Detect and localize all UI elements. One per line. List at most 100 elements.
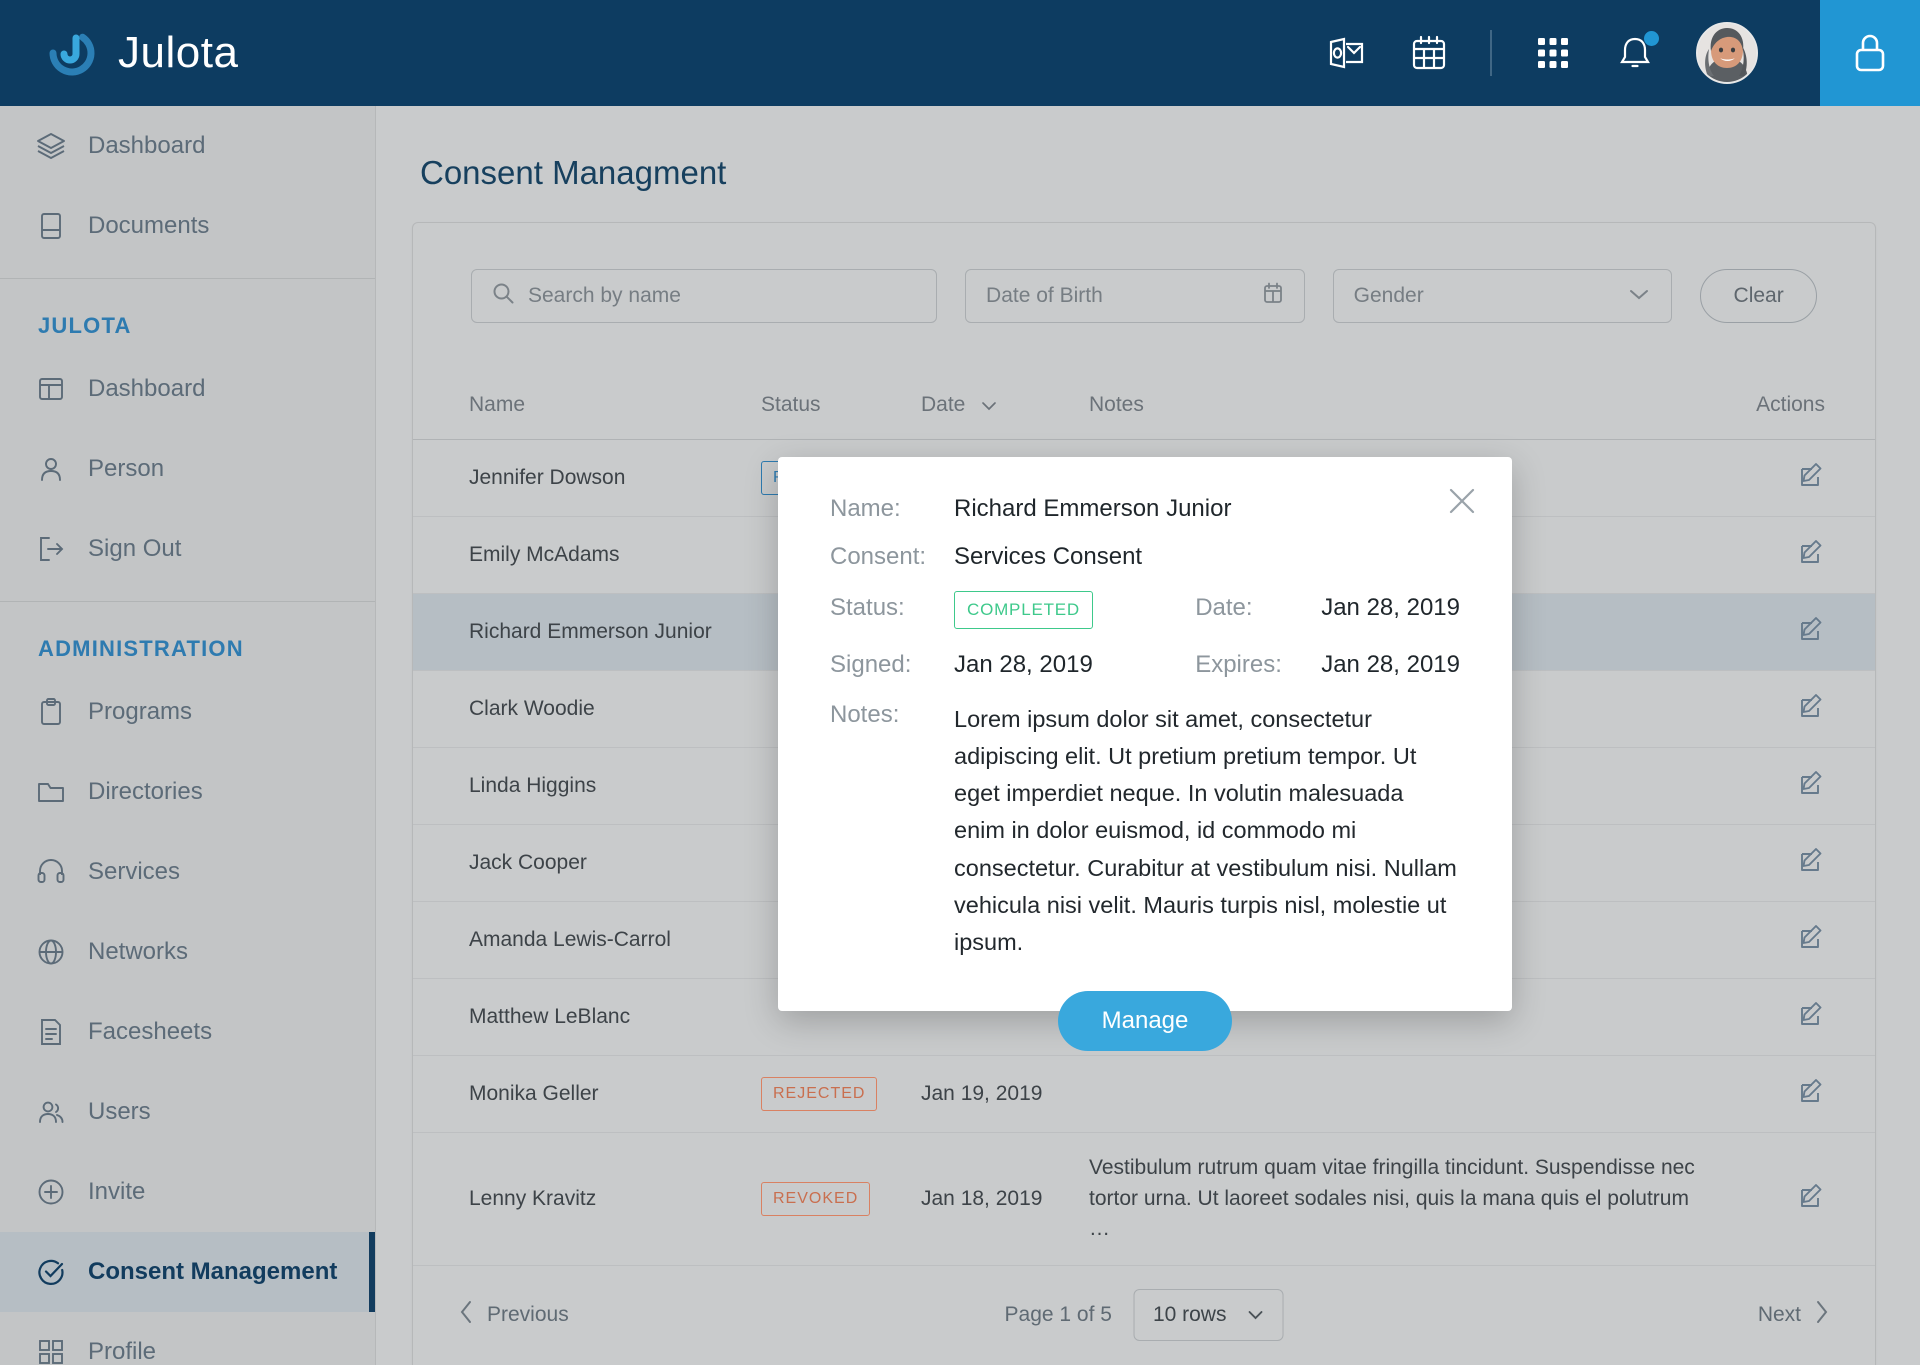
apps-grid-icon[interactable] [1532, 32, 1574, 74]
chevron-left-icon [459, 1300, 473, 1330]
avatar[interactable] [1696, 22, 1758, 84]
next-page-label: Next [1757, 1302, 1801, 1326]
layout-dashboard-icon [36, 374, 66, 404]
sidebar-item-programs[interactable]: Programs [0, 672, 375, 752]
search-input-placeholder: Search by name [528, 284, 681, 307]
sidebar-item-label: Person [88, 455, 165, 482]
brand-name: Julota [118, 28, 239, 77]
cell-actions [1725, 593, 1875, 672]
sidebar-group-title-julota: JULOTA [38, 313, 132, 338]
sidebar-item-consent-management[interactable]: Consent Management [0, 1232, 375, 1312]
sidebar-item-documents[interactable]: Documents [0, 186, 375, 266]
cell-name: Linda Higgins [413, 747, 761, 826]
cell-name: Jennifer Dowson [413, 439, 761, 518]
previous-page-button[interactable]: Previous [459, 1300, 569, 1330]
modal-label-notes: Notes: [830, 701, 900, 728]
previous-page-label: Previous [487, 1302, 569, 1326]
modal-value-name: Richard Emmerson Junior [954, 495, 1232, 522]
notification-indicator-dot [1644, 31, 1659, 46]
close-icon[interactable] [1442, 481, 1482, 521]
modal-label-expires: Expires: [1195, 651, 1282, 678]
modal-label-name: Name: [830, 495, 901, 522]
sidebar-item-dashboard[interactable]: Dashboard [0, 349, 375, 429]
edit-pencil-icon[interactable] [1797, 768, 1827, 798]
table-header: Name Status Date Notes Actions [413, 369, 1875, 441]
sign-out-icon [36, 534, 66, 564]
sidebar-item-label: Networks [88, 938, 189, 965]
modal-value-consent: Services Consent [954, 543, 1143, 570]
modal-value-date: Jan 28, 2019 [1321, 594, 1460, 621]
filter-bar: Search by name Date of Birth Gender Clea… [413, 223, 1875, 369]
sidebar: Dashboard Documents JULOTA Dashboard Per… [0, 106, 376, 1365]
column-header-notes[interactable]: Notes [1089, 369, 1725, 441]
sidebar-item-invite[interactable]: Invite [0, 1152, 375, 1232]
sidebar-item-sign-out[interactable]: Sign Out [0, 509, 375, 589]
cell-actions [1725, 439, 1875, 518]
column-header-status[interactable]: Status [761, 369, 921, 441]
column-header-date[interactable]: Date [921, 369, 1089, 441]
modal-row-name: Name: Richard Emmerson Junior [830, 495, 1460, 523]
modal-row-signed-expires: Signed: Jan 28, 2019 Expires: Jan 28, 20… [830, 651, 1460, 679]
cell-actions [1725, 824, 1875, 903]
cell-name: Lenny Kravitz [413, 1132, 761, 1266]
top-bar: Julota [0, 0, 1920, 106]
headset-icon [36, 857, 66, 887]
sidebar-item-directories[interactable]: Directories [0, 752, 375, 832]
users-icon [36, 1097, 66, 1127]
edit-pencil-icon[interactable] [1797, 691, 1827, 721]
notification-bell-icon[interactable] [1614, 31, 1659, 74]
edit-pencil-icon[interactable] [1797, 614, 1827, 644]
sidebar-item-label: Dashboard [88, 132, 206, 159]
app-root: Julota Dashboard Documents JULOTA Dashbo… [0, 0, 1920, 1365]
cell-actions [1725, 978, 1875, 1057]
chevron-right-icon [1815, 1300, 1829, 1330]
sidebar-item-person[interactable]: Person [0, 429, 375, 509]
folder-icon [36, 777, 66, 807]
edit-pencil-icon[interactable] [1797, 537, 1827, 567]
modal-label-date: Date: [1195, 594, 1253, 621]
edit-pencil-icon[interactable] [1797, 922, 1827, 952]
sidebar-group-title-administration: ADMINISTRATION [38, 636, 244, 661]
pagination: Previous Page 1 of 5 10 rows Next [413, 1266, 1875, 1365]
sidebar-item-label: Directories [88, 778, 203, 805]
edit-pencil-icon[interactable] [1797, 1076, 1827, 1106]
table-row[interactable]: Lenny Kravitz REVOKED Jan 18, 2019 Vestibul… [413, 1132, 1875, 1266]
status-badge: COMPLETED [954, 591, 1093, 629]
check-circle-icon [36, 1257, 66, 1287]
edit-pencil-icon[interactable] [1797, 999, 1827, 1029]
sidebar-item-facesheets[interactable]: Facesheets [0, 992, 375, 1072]
document-lines-icon [36, 1017, 66, 1047]
sidebar-item-networks[interactable]: Networks [0, 912, 375, 992]
modal-label-consent: Consent: [830, 543, 927, 570]
sidebar-item-label: Documents [88, 212, 210, 239]
clear-filters-button[interactable]: Clear [1700, 269, 1818, 323]
calendar-icon[interactable] [1408, 32, 1450, 74]
gender-select[interactable]: Gender [1332, 269, 1673, 323]
column-header-name[interactable]: Name [413, 369, 761, 441]
sidebar-item-users[interactable]: Users [0, 1072, 375, 1152]
edit-pencil-icon[interactable] [1797, 1181, 1827, 1211]
pagination-center: Page 1 of 5 10 rows [1005, 1288, 1284, 1341]
brand[interactable]: Julota [46, 27, 238, 79]
book-icon [36, 211, 66, 241]
table-row[interactable]: Monika Geller REJECTED Jan 19, 2019 [413, 1055, 1875, 1134]
lock-icon[interactable] [1820, 0, 1920, 106]
rows-per-page-select[interactable]: 10 rows [1133, 1288, 1284, 1341]
sidebar-item-label: Invite [88, 1178, 146, 1205]
cell-name: Richard Emmerson Junior [413, 593, 761, 672]
sidebar-item-dashboard-top[interactable]: Dashboard [0, 106, 375, 186]
outlook-mail-icon[interactable] [1326, 32, 1368, 74]
search-input[interactable]: Search by name [471, 269, 938, 323]
cell-name: Clark Woodie [413, 670, 761, 749]
calendar-icon [1262, 282, 1284, 311]
next-page-button[interactable]: Next [1758, 1300, 1829, 1330]
sidebar-item-profile[interactable]: Profile [0, 1312, 375, 1365]
cell-notes [1089, 1055, 1725, 1134]
modal-value-expires: Jan 28, 2019 [1321, 651, 1460, 678]
manage-button[interactable]: Manage [1057, 990, 1233, 1051]
edit-pencil-icon[interactable] [1797, 460, 1827, 490]
globe-icon [36, 937, 66, 967]
date-of-birth-input[interactable]: Date of Birth [965, 269, 1305, 323]
edit-pencil-icon[interactable] [1797, 845, 1827, 875]
sidebar-item-services[interactable]: Services [0, 832, 375, 912]
